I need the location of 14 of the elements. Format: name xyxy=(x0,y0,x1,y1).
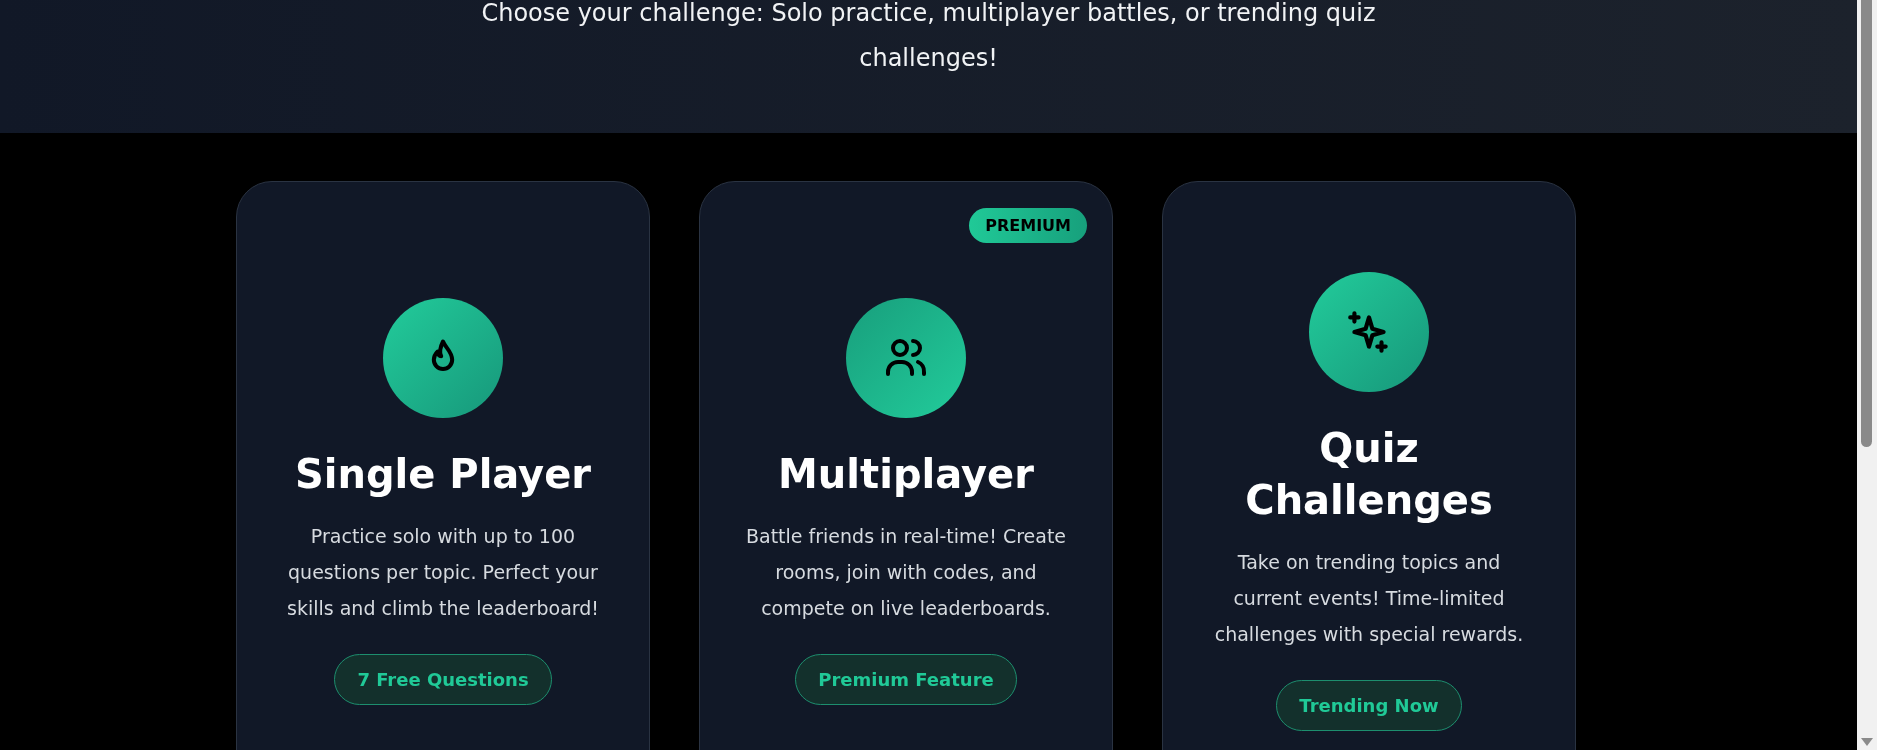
card-title: Multiplayer xyxy=(778,449,1034,499)
card-description: Practice solo with up to 100 questions per topic. Perfect your skills and climb the leaderboard! xyxy=(286,523,600,621)
subtitle: Choose your challenge: Solo practice, multiplayer battles, or trending quiz challenges! xyxy=(480,0,1377,74)
scrollbar-thumb[interactable] xyxy=(1861,0,1872,447)
card-description: Battle friends in real-time! Create rooms, join with codes, and compete on live leaderboards. xyxy=(745,523,1067,621)
card-description: Take on trending topics and current events! Time-limited challenges with special rewards. xyxy=(1213,549,1525,647)
scrollbar[interactable] xyxy=(1857,0,1877,750)
card-button[interactable]: 7 Free Questions xyxy=(334,653,552,705)
scroll-down-icon[interactable] xyxy=(1861,738,1873,746)
premium-badge: PREMIUM xyxy=(969,208,1087,243)
card-button[interactable]: Premium Feature xyxy=(795,653,1017,705)
card-title: Quiz Challenges xyxy=(1244,423,1494,525)
card-button[interactable]: Trending Now xyxy=(1276,679,1462,731)
card-title: Single Player xyxy=(294,449,592,499)
